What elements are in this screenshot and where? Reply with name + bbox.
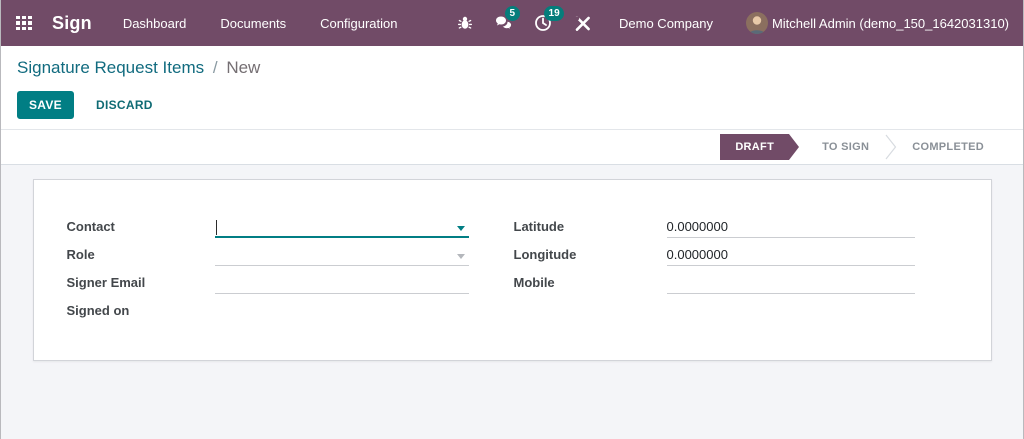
stage-to-sign[interactable]: TO SIGN <box>809 141 882 153</box>
role-field[interactable] <box>214 246 469 266</box>
main-menu: Dashboard Documents Configuration <box>123 12 398 35</box>
contact-field[interactable] <box>214 218 469 238</box>
form-group-left: Contact Role Signer Email Signed on <box>67 218 469 330</box>
menu-documents[interactable]: Documents <box>220 12 286 35</box>
form-sheet: Contact Role Signer Email Signed on Lati… <box>32 179 992 361</box>
discard-button[interactable]: DISCARD <box>88 92 161 118</box>
form-view: Contact Role Signer Email Signed on Lati… <box>1 165 1023 439</box>
signer-email-field[interactable] <box>214 274 469 294</box>
user-menu[interactable]: Mitchell Admin (demo_150_1642031310) <box>745 12 1009 34</box>
field-label-latitude: Latitude <box>513 219 565 234</box>
messages-badge: 5 <box>505 6 520 21</box>
control-panel: Signature Request Items / New SAVE DISCA… <box>1 46 1023 130</box>
activities-badge: 19 <box>544 6 565 21</box>
activities-icon[interactable]: 19 <box>533 6 565 33</box>
breadcrumb-separator: / <box>212 58 218 77</box>
status-band: DRAFT TO SIGN COMPLETED <box>1 130 1023 165</box>
user-name: Mitchell Admin (demo_150_1642031310) <box>771 15 1009 31</box>
mobile-field[interactable] <box>666 274 915 294</box>
field-label-mobile: Mobile <box>513 275 555 290</box>
navbar-right: 5 19 Demo Company Mitchell Admin (demo_1… <box>455 6 1009 34</box>
chevron-right-icon <box>885 134 897 160</box>
field-label-signer-email: Signer Email <box>66 275 146 290</box>
app-title[interactable]: Sign <box>52 13 92 34</box>
tools-icon[interactable] <box>572 13 592 33</box>
stage-draft[interactable]: DRAFT <box>720 134 799 160</box>
chevron-down-icon[interactable] <box>456 226 465 231</box>
breadcrumb-current: New <box>226 58 261 77</box>
stage-completed[interactable]: COMPLETED <box>899 141 997 153</box>
field-label-longitude: Longitude <box>513 247 577 262</box>
menu-dashboard[interactable]: Dashboard <box>123 12 187 35</box>
statusbar: DRAFT TO SIGN COMPLETED <box>720 134 997 160</box>
app-window: Sign Dashboard Documents Configuration 5… <box>0 0 1024 439</box>
longitude-field[interactable]: 0.0000000 <box>666 246 915 266</box>
save-button[interactable]: SAVE <box>17 91 74 119</box>
signed-on-field[interactable] <box>215 302 469 322</box>
breadcrumb: Signature Request Items / New <box>17 58 1007 78</box>
bug-icon[interactable] <box>455 13 475 33</box>
breadcrumb-parent[interactable]: Signature Request Items <box>17 58 204 77</box>
text-cursor <box>215 220 217 235</box>
field-label-signed-on: Signed on <box>66 303 130 318</box>
field-label-role: Role <box>66 247 95 262</box>
company-switcher[interactable]: Demo Company <box>619 16 713 31</box>
field-label-contact: Contact <box>66 219 115 234</box>
control-panel-buttons: SAVE DISCARD <box>17 91 1007 119</box>
messages-icon[interactable]: 5 <box>494 6 520 33</box>
user-avatar <box>745 12 768 34</box>
form-group-right: Latitude 0.0000000 Longitude 0.0000000 M… <box>514 218 915 330</box>
apps-menu-icon[interactable] <box>16 15 32 31</box>
latitude-field[interactable]: 0.0000000 <box>666 218 915 238</box>
chevron-down-icon[interactable] <box>456 254 465 259</box>
top-navbar: Sign Dashboard Documents Configuration 5… <box>1 0 1023 46</box>
menu-configuration[interactable]: Configuration <box>320 12 397 35</box>
